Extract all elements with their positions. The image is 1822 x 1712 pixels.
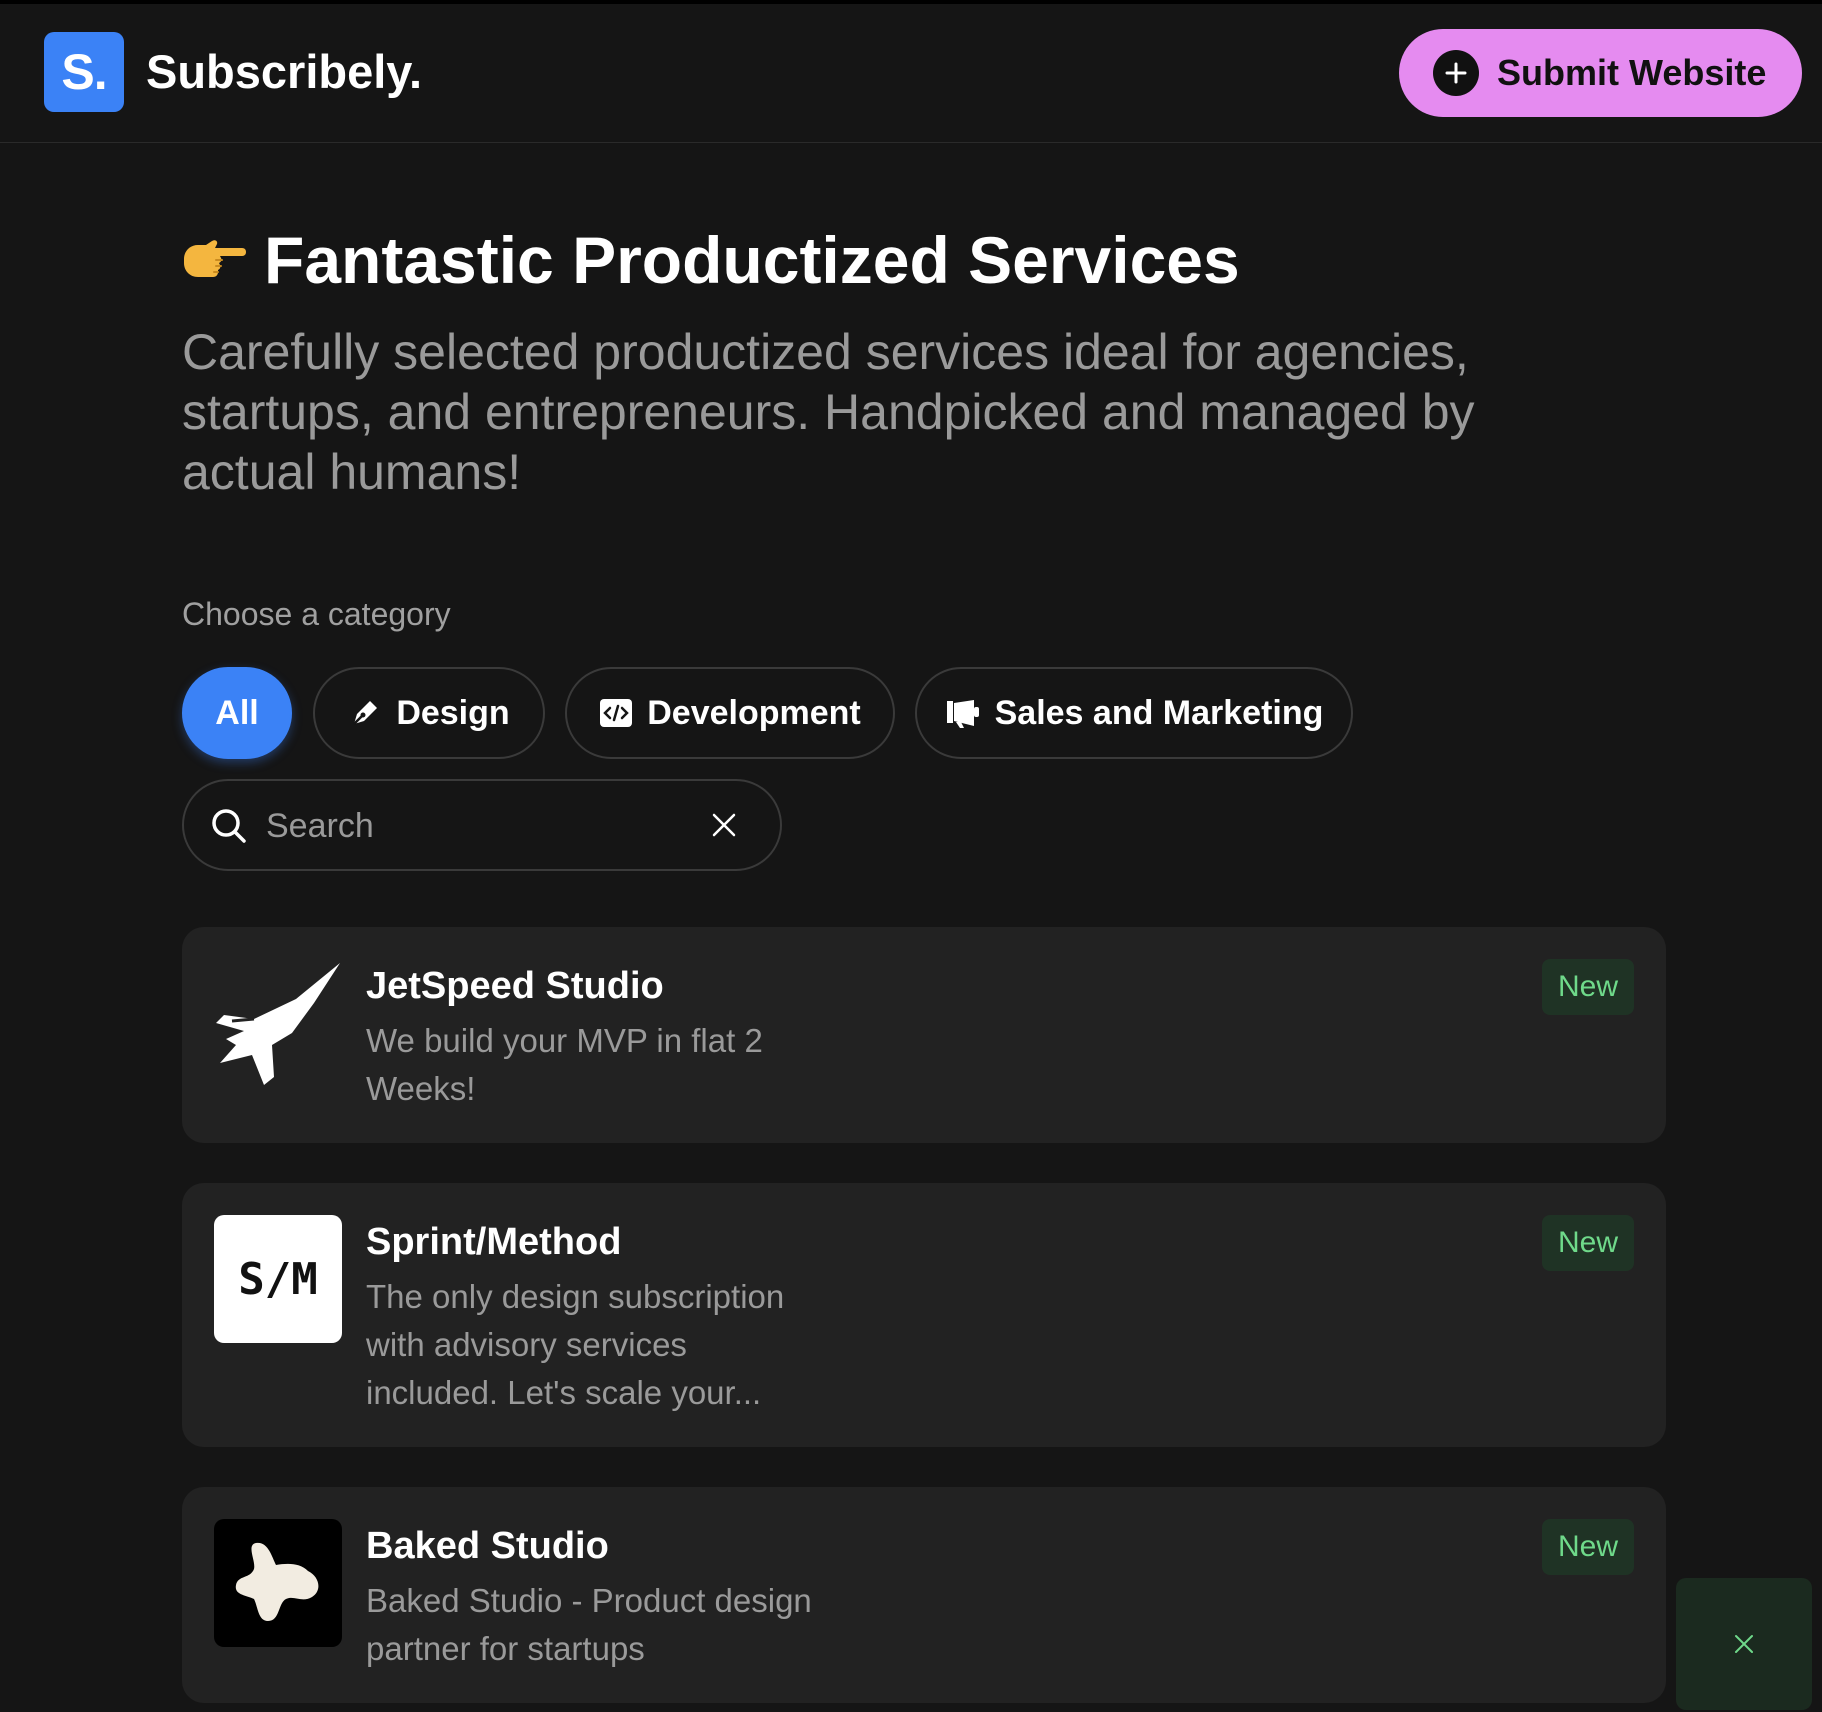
category-sales-marketing[interactable]: Sales and Marketing [915,667,1353,759]
page-title: Fantastic Productized Services [182,222,1240,298]
code-icon [600,699,633,727]
megaphone-icon [946,700,979,728]
listing-description: We build your MVP in flat 2 Weeks! [366,1022,763,1107]
listing-card[interactable]: JetSpeed Studio We build your MVP in fla… [182,927,1666,1143]
blob-icon [214,1519,342,1647]
pointing-hand-icon [182,222,246,298]
jet-icon [214,959,342,1087]
category-all-label: All [215,693,259,732]
listing-name[interactable]: Sprint/Method [366,1221,621,1264]
search-icon [212,809,246,843]
pen-icon [353,701,378,725]
category-design[interactable]: Design [313,667,545,759]
dismiss-toast-button[interactable] [1676,1578,1812,1710]
search-input[interactable] [264,795,688,857]
site-header: S. Subscribely. Submit Website [0,4,1822,143]
category-label: Choose a category [182,596,451,632]
listing-logo-text: S/M [238,1253,318,1305]
listing-logo-sm: S/M [214,1215,342,1343]
page-title-text: Fantastic Productized Services [264,223,1240,297]
search-box [182,779,782,871]
new-badge: New [1542,1215,1634,1271]
submit-website-label: Submit Website [1497,52,1767,93]
plus-icon [1433,50,1479,96]
close-icon [1735,1635,1753,1653]
listing-name[interactable]: JetSpeed Studio [366,965,664,1008]
category-development-label: Development [647,693,861,732]
logo-letter: S. [61,44,107,100]
listing-card[interactable]: S/M Sprint/Method The only design subscr… [182,1183,1666,1447]
logo-mark[interactable]: S. [44,32,124,112]
clear-search-icon[interactable] [710,811,738,839]
brand-name[interactable]: Subscribely. [146,44,422,99]
submit-website-button[interactable]: Submit Website [1399,29,1802,117]
category-design-label: Design [396,693,510,732]
listing-description: Baked Studio - Product design partner fo… [366,1582,812,1667]
listing-card[interactable]: Baked Studio Baked Studio - Product desi… [182,1487,1666,1703]
page-subtitle: Carefully selected productized services … [182,324,1475,500]
listing-description: The only design subscription with adviso… [366,1278,785,1411]
category-development[interactable]: Development [565,667,895,759]
category-sales-marketing-label: Sales and Marketing [994,693,1324,732]
listing-name[interactable]: Baked Studio [366,1525,609,1568]
new-badge: New [1542,1519,1634,1575]
new-badge: New [1542,959,1634,1015]
category-all[interactable]: All [182,667,292,759]
